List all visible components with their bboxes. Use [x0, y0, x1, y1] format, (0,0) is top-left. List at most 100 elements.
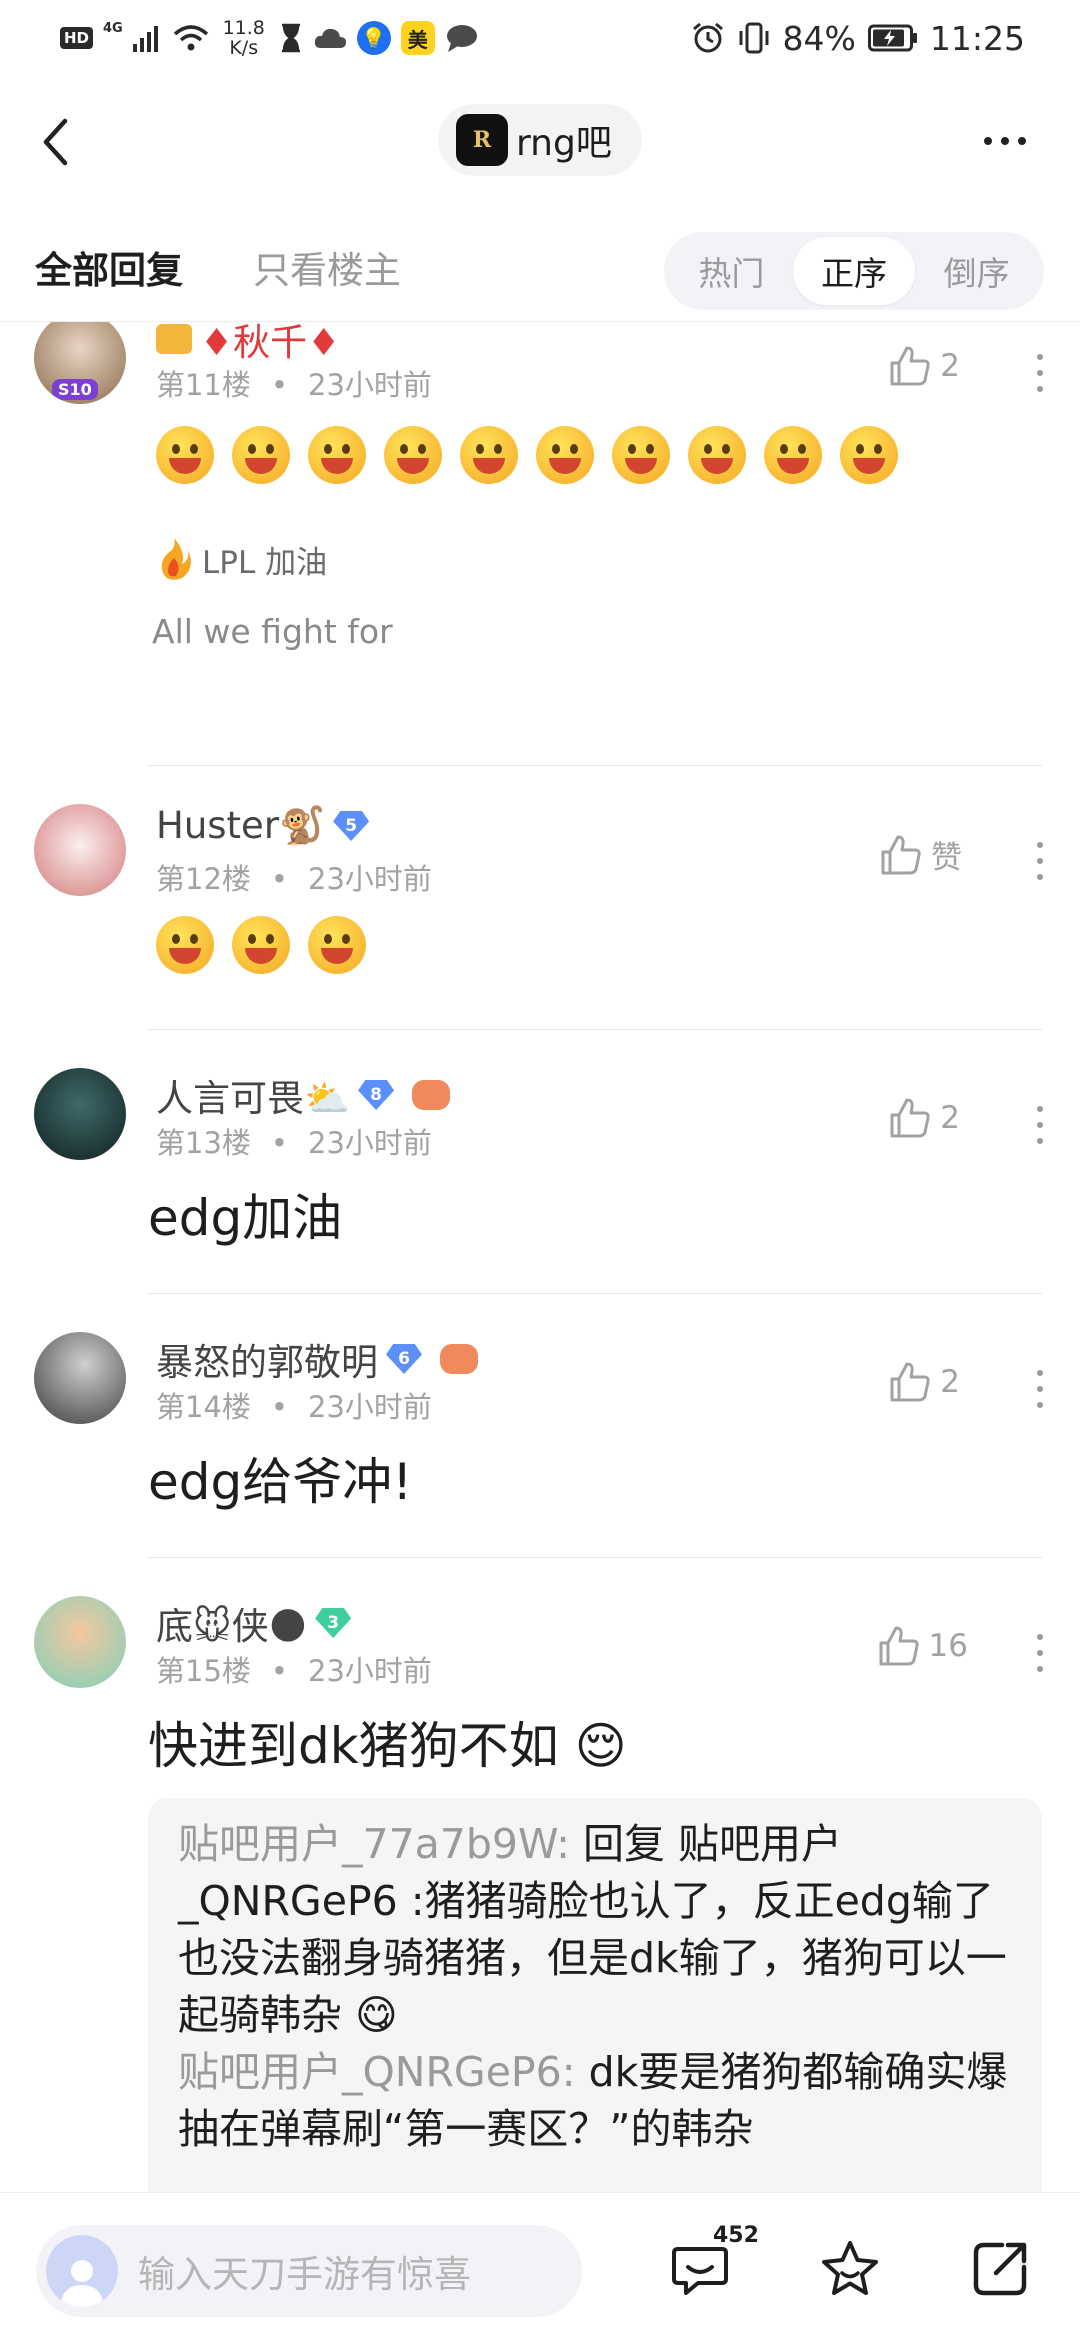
sort-segmented-control: 热门 正序 倒序 — [664, 232, 1044, 310]
grin-emoji-icon — [536, 426, 594, 484]
thumbs-up-icon — [879, 1626, 919, 1666]
comment-count-badge: 452 — [713, 2223, 759, 2248]
more-dot — [1018, 137, 1026, 145]
reply-input[interactable]: 输入天刀手游有惊喜 — [36, 2225, 582, 2317]
reply-list[interactable]: S10 ♦秋千♦ 第11楼 • 23小时前 2 LPL 加油 All we figh… — [0, 322, 1080, 2192]
floor-number: 第14楼 — [156, 1390, 251, 1424]
meta-separator: • — [270, 1390, 289, 1424]
reply-item: 底🐭侠🌑 3 第15楼 • 23小时前 16 快进到dk猪狗不如 😌 贴吧用户_77… — [0, 1558, 1080, 2192]
wifi-icon — [173, 25, 208, 51]
floor-number: 第13楼 — [156, 1126, 251, 1160]
floor-number: 第12楼 — [156, 862, 251, 896]
level-badge: 8 — [358, 1080, 395, 1110]
reply-more-button[interactable] — [1030, 1364, 1050, 1414]
grin-emoji-icon — [308, 916, 366, 974]
more-options-button[interactable] — [970, 116, 1040, 166]
gamepad-icon — [440, 1344, 478, 1374]
sub-reply-user[interactable]: 贴吧用户_77a7b9W: — [178, 1820, 570, 1868]
reply-content: 快进到dk猪狗不如 😌 — [148, 1717, 627, 1775]
sub-reply: 贴吧用户_QNRGeP6: dk要是猪狗都输确实爆抽在弹幕刷“第一赛区？”的韩杂 — [178, 2044, 1014, 2158]
avatar[interactable] — [34, 1596, 126, 1688]
tab-all-replies[interactable]: 全部回复 — [35, 240, 183, 294]
like-button[interactable]: 赞 — [879, 832, 962, 877]
reply-item: 暴怒的郭敬明 6 第14楼 • 23小时前 2 edg给爷冲! — [0, 1294, 1080, 1558]
reply-more-button[interactable] — [1030, 1100, 1050, 1150]
grin-emoji-icon — [232, 916, 290, 974]
bottom-action-bar: 输入天刀手游有惊喜 452 — [0, 2192, 1080, 2340]
reply-time: 23小时前 — [308, 368, 432, 402]
back-button[interactable] — [40, 112, 100, 172]
floor-number: 第15楼 — [156, 1654, 251, 1688]
hd-indicator: HD — [60, 27, 94, 49]
hourglass-icon — [281, 23, 300, 53]
avatar[interactable] — [34, 804, 126, 896]
reply-more-button[interactable] — [1030, 836, 1050, 886]
sort-ascending[interactable]: 正序 — [792, 237, 916, 305]
sub-reply-box[interactable]: 贴吧用户_77a7b9W: 回复 贴吧用户_QNRGeP6 :猪猪骑脸也认了，反… — [148, 1798, 1042, 2192]
username[interactable]: ♦秋千♦ — [156, 322, 340, 366]
top-navigation-bar: R rng吧 — [0, 96, 1080, 186]
emoji-row — [156, 426, 898, 484]
grin-emoji-icon — [156, 916, 214, 974]
share-icon — [973, 2242, 1027, 2296]
level-badge: 6 — [386, 1344, 422, 1374]
vibrate-icon — [739, 22, 769, 54]
grin-emoji-icon — [840, 426, 898, 484]
clock-time: 11:25 — [929, 18, 1025, 58]
like-count: 2 — [940, 348, 960, 384]
username[interactable]: Huster🐒 5 — [156, 804, 370, 848]
grin-emoji-icon — [308, 426, 366, 484]
reply-more-button[interactable] — [1030, 348, 1050, 398]
flame-icon — [161, 538, 191, 580]
reply-meta: 第15楼 • 23小时前 — [156, 1648, 432, 1690]
reply-meta: 第11楼 • 23小时前 — [156, 362, 432, 404]
reply-meta: 第13楼 • 23小时前 — [156, 1120, 432, 1162]
favorite-button[interactable] — [818, 2237, 882, 2301]
meta-separator: • — [270, 1126, 289, 1160]
like-button[interactable]: 16 — [877, 1624, 968, 1668]
status-bar: HD 4G 11.8 K/s 💡 美 84% 11:25 — [0, 0, 1080, 76]
chevron-left-icon — [43, 118, 68, 166]
emoji-row — [156, 916, 366, 974]
more-dot — [984, 137, 992, 145]
like-button[interactable]: 2 — [888, 1096, 960, 1140]
thumbs-up-icon — [881, 835, 921, 874]
avatar[interactable] — [34, 1332, 126, 1424]
reply-input-placeholder: 输入天刀手游有惊喜 — [138, 2253, 471, 2296]
like-count: 2 — [940, 1100, 960, 1136]
tab-op-only[interactable]: 只看楼主 — [253, 240, 401, 294]
reply-meta: 第12楼 • 23小时前 — [156, 856, 432, 898]
grin-emoji-icon — [384, 426, 442, 484]
reply-time: 23小时前 — [308, 862, 432, 896]
reply-item: S10 ♦秋千♦ 第11楼 • 23小时前 2 LPL 加油 All we figh… — [0, 322, 1080, 766]
my-avatar — [46, 2235, 118, 2307]
username[interactable]: 底🐭侠🌑 3 — [156, 1596, 352, 1650]
network-type: 4G — [103, 20, 123, 36]
username[interactable]: 暴怒的郭敬明 6 — [156, 1332, 478, 1386]
share-button[interactable] — [968, 2237, 1032, 2301]
more-dot — [1001, 137, 1009, 145]
grin-emoji-icon — [764, 426, 822, 484]
forum-name: rng吧 — [516, 123, 612, 164]
avatar[interactable] — [34, 1068, 126, 1160]
like-button[interactable]: 2 — [888, 1360, 960, 1404]
reply-more-button[interactable] — [1030, 1628, 1050, 1678]
like-count: 2 — [940, 1364, 960, 1400]
tail-tag: LPL 加油 — [156, 536, 327, 582]
sort-hot[interactable]: 热门 — [670, 237, 793, 305]
like-label: 赞 — [931, 840, 962, 876]
meituan-app-icon: 美 — [400, 21, 435, 55]
speed-value: 11.8 — [222, 17, 265, 39]
sort-descending[interactable]: 倒序 — [915, 237, 1038, 305]
avatar[interactable]: S10 — [34, 322, 126, 404]
username-text: 人言可畏⛅ — [156, 1077, 351, 1120]
username[interactable]: 人言可畏⛅ 8 — [156, 1068, 451, 1122]
like-button[interactable]: 2 — [888, 344, 960, 388]
reply-item: 人言可畏⛅ 8 第13楼 • 23小时前 2 edg加油 — [0, 1030, 1080, 1294]
forum-chip[interactable]: R rng吧 — [438, 104, 642, 176]
username-text: 暴怒的郭敬明 — [156, 1341, 378, 1384]
meta-separator: • — [270, 862, 289, 896]
thumbs-up-icon — [890, 346, 930, 386]
reply-content: edg加油 — [148, 1189, 343, 1247]
sub-reply-user[interactable]: 贴吧用户_QNRGeP6: — [178, 2048, 576, 2096]
